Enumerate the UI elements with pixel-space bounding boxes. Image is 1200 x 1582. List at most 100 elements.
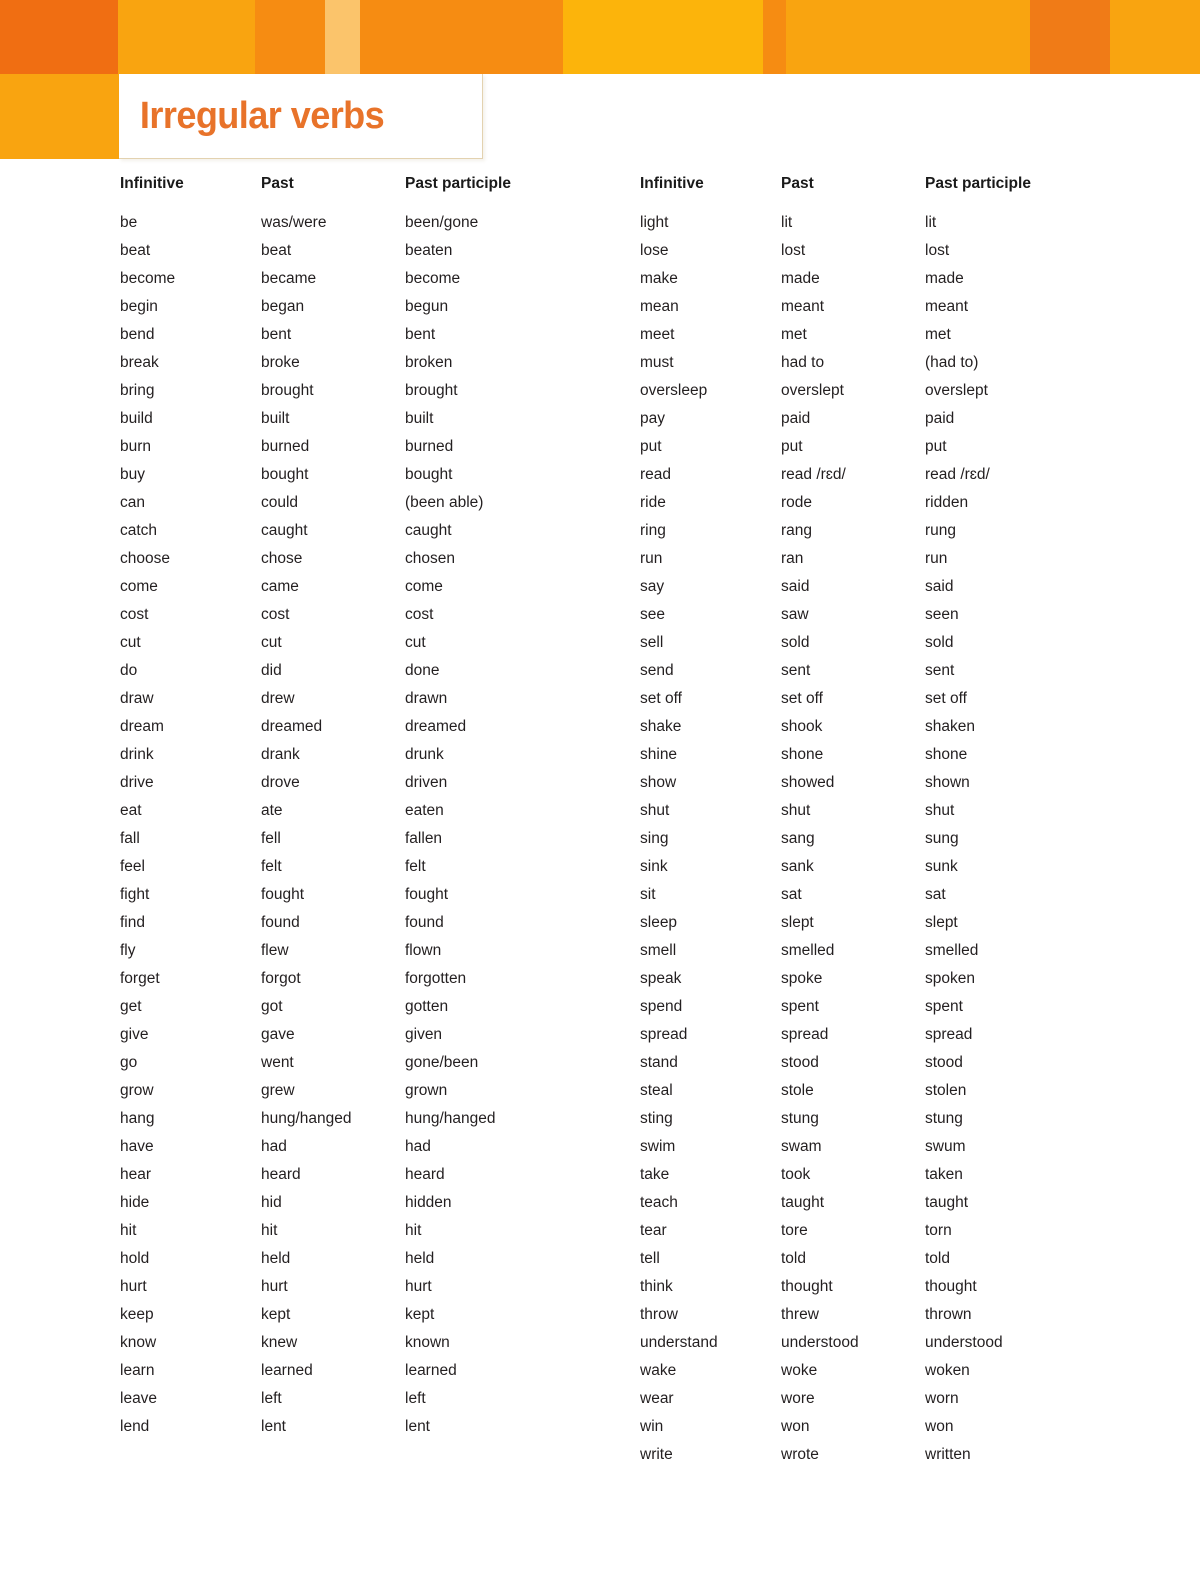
verb-past: threw [781,1306,819,1323]
column-header-past: Past [781,175,814,192]
table-row: sink sank sunk [640,853,1095,881]
verb-past-participle: put [925,438,947,455]
verb-infinitive: dream [120,718,164,735]
table-row: bring brought brought [120,377,575,405]
verb-past-participle: shut [925,802,955,819]
verb-infinitive: stand [640,1054,678,1071]
verb-past: built [261,410,290,427]
verb-past-participle: shone [925,746,968,763]
verb-infinitive: think [640,1278,673,1295]
verb-past: went [261,1054,294,1071]
table-row: hide hid hidden [120,1189,575,1217]
verb-past-participle: thrown [925,1306,972,1323]
table-row: forget forgot forgotten [120,965,575,993]
table-row: take took taken [640,1161,1095,1189]
verb-table-right: Infinitive Past Past participle light lit… [640,176,1095,1469]
verb-past: lit [781,214,793,231]
verb-past: told [781,1250,806,1267]
verb-past: found [261,914,300,931]
verb-past-participle: hurt [405,1278,432,1295]
verb-infinitive: wake [640,1362,677,1379]
verb-past: drank [261,746,300,763]
verb-past-participle: learned [405,1362,457,1379]
table-row: fly flew flown [120,937,575,965]
verb-past-participle: built [405,410,434,427]
verb-past-participle: run [925,550,948,567]
verb-infinitive: build [120,410,153,427]
verb-past: sold [781,634,810,651]
table-row: read read /rɛd/read /rɛd/ [640,461,1095,489]
verb-past-participle: been/gone [405,214,479,231]
verb-infinitive: tear [640,1222,667,1239]
verb-past: lost [781,242,806,259]
verb-past-participle: come [405,578,443,595]
table-row: sleep slept slept [640,909,1095,937]
verb-infinitive: say [640,578,665,595]
stripe-10 [1110,0,1200,74]
verb-infinitive: draw [120,690,154,707]
verb-past: fought [261,886,305,903]
verb-past: began [261,298,305,315]
verb-past-participle: forgotten [405,970,467,987]
verb-infinitive: lose [640,242,669,259]
verb-past-participle: bought [405,466,453,483]
verb-past: grew [261,1082,295,1099]
verb-past: did [261,662,282,679]
verb-past: came [261,578,299,595]
verb-past: gave [261,1026,295,1043]
verb-infinitive: understand [640,1334,718,1351]
verb-infinitive: shine [640,746,678,763]
verb-past: broke [261,354,300,371]
verb-infinitive: hit [120,1222,137,1239]
table-row: cut cut cut [120,629,575,657]
verb-past-participle: sold [925,634,954,651]
verb-past: burned [261,438,310,455]
verb-past-participle: hidden [405,1194,452,1211]
verb-infinitive: take [640,1166,670,1183]
verb-past-participle: won [925,1418,954,1435]
verb-past: bought [261,466,309,483]
table-row: find found found [120,909,575,937]
column-header-past-participle: Past participle [925,175,1031,192]
table-row: pay paid paid [640,405,1095,433]
verb-past: paid [781,410,811,427]
verb-infinitive: forget [120,970,160,987]
verb-past: flew [261,942,289,959]
verb-past-participle: held [405,1250,435,1267]
table-row: shine shone shone [640,741,1095,769]
verb-past-participle: sent [925,662,955,679]
title-card: Irregular verbs [119,74,483,159]
verb-infinitive: oversleep [640,382,708,399]
table-row: dream dreamed dreamed [120,713,575,741]
verb-past-participle: ridden [925,494,969,511]
table-row: come came come [120,573,575,601]
verb-past-participle: bent [405,326,436,343]
table-body: be was/were been/gone beat beat beaten become b… [120,209,575,1441]
verb-past-participle: begun [405,298,449,315]
verb-past-participle: caught [405,522,452,539]
verb-infinitive: sing [640,830,669,847]
table-row: be was/were been/gone [120,209,575,237]
table-row: sit sat sat [640,881,1095,909]
verb-past: stung [781,1110,819,1127]
verb-past: became [261,270,317,287]
verb-infinitive: run [640,550,663,567]
table-row: write wrote written [640,1441,1095,1469]
table-row: learn learned learned [120,1357,575,1385]
verb-past-participle: rung [925,522,957,539]
table-row: set off set off set off [640,685,1095,713]
verb-table-left: Infinitive Past Past participle be was/we… [120,176,575,1441]
page-title: Irregular verbs [139,94,385,137]
verb-past: smelled [781,942,835,959]
verb-past: showed [781,774,835,791]
verb-past: brought [261,382,314,399]
verb-past-participle: taught [925,1194,969,1211]
verb-past-participle: drawn [405,690,448,707]
table-row: tell told told [640,1245,1095,1273]
table-row: mean meant meant [640,293,1095,321]
stripe-4 [325,0,360,74]
table-row: tear tore torn [640,1217,1095,1245]
verb-past-participle: said [925,578,954,595]
table-row: swim swam swum [640,1133,1095,1161]
table-row: shake shook shaken [640,713,1095,741]
